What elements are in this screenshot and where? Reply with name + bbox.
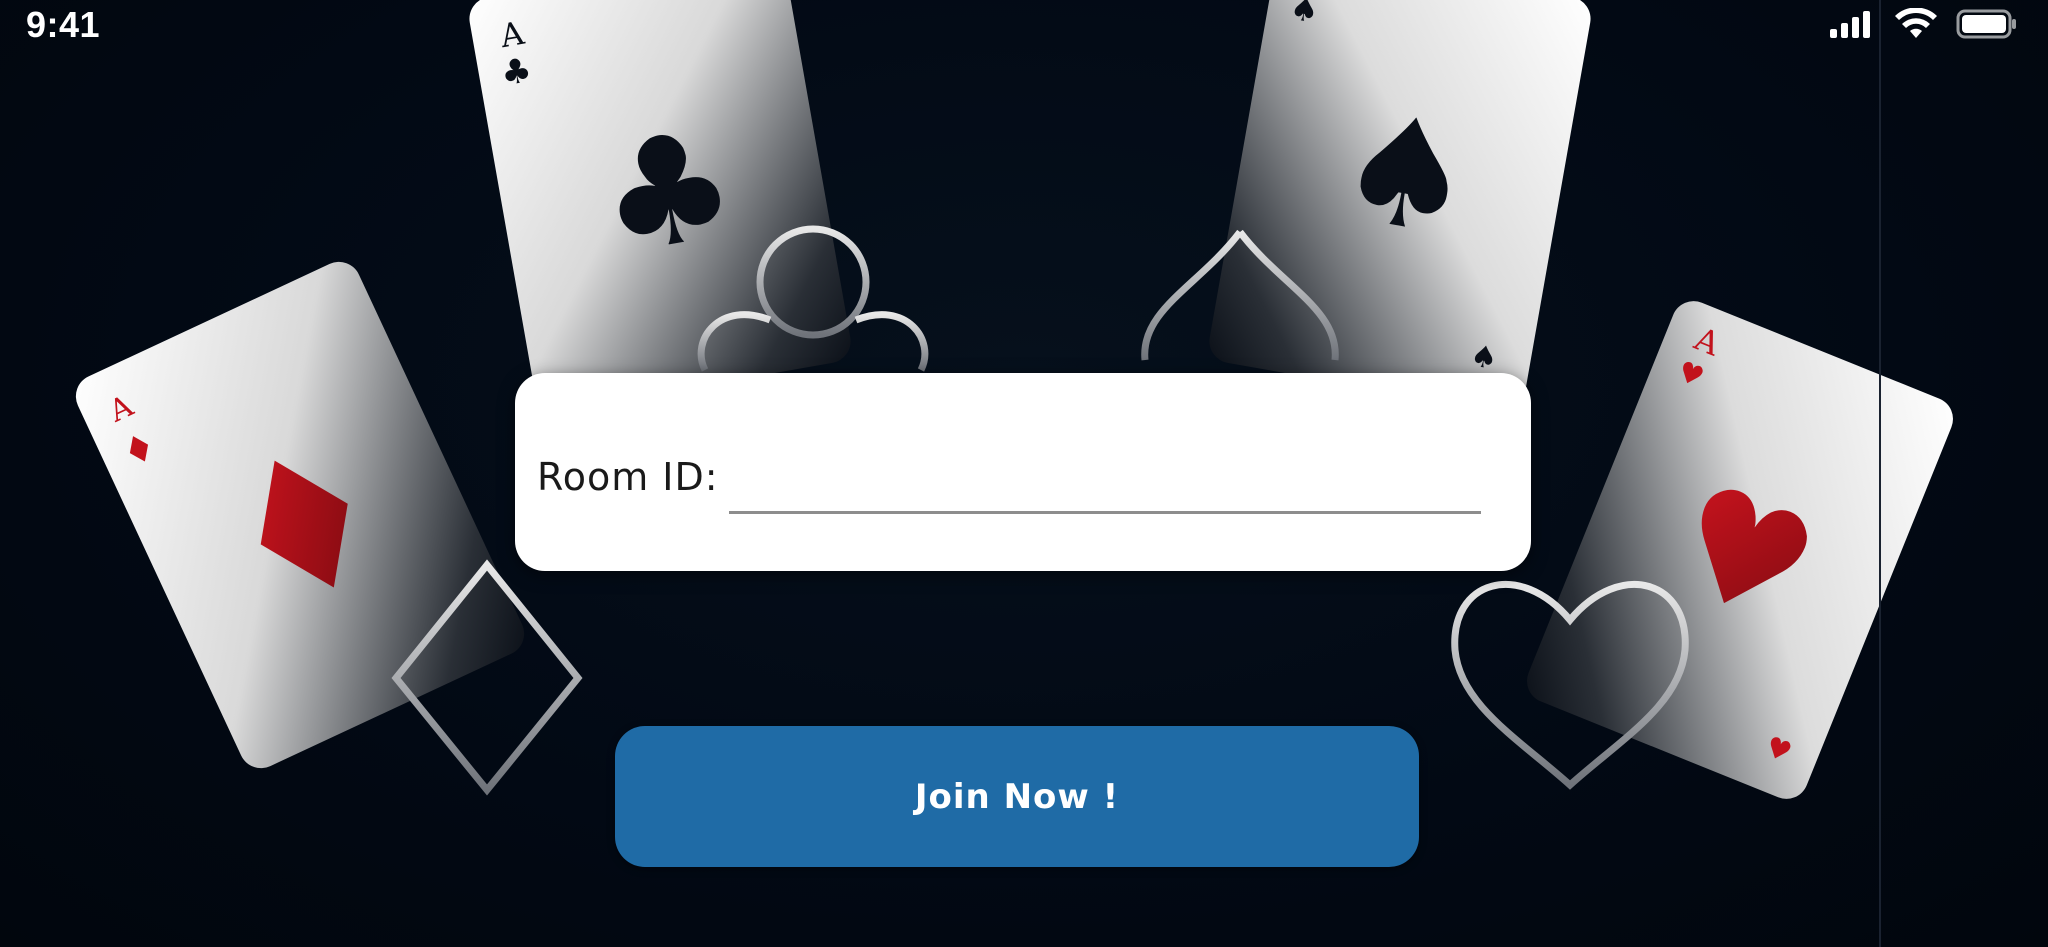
room-id-input[interactable] — [729, 453, 1481, 514]
card-ace-hearts: A ♥ ♥ ♥ — [1527, 301, 1953, 799]
card-ace-spades: A ♠ ♠ ♠ — [1209, 0, 1591, 412]
join-now-button[interactable]: Join Now ! — [615, 726, 1419, 867]
status-icons — [1828, 8, 2018, 40]
status-time: 9:41 — [26, 4, 101, 45]
battery-icon — [1956, 9, 2016, 39]
wifi-icon — [1895, 8, 1937, 38]
room-id-card: Room ID: — [515, 373, 1531, 571]
card-ace-clubs: A ♣ ♣ — [469, 0, 851, 412]
signal-bars-icon — [1830, 11, 1870, 38]
room-id-label: Room ID: — [537, 455, 719, 499]
card-ace-diamonds: A — [75, 261, 525, 769]
